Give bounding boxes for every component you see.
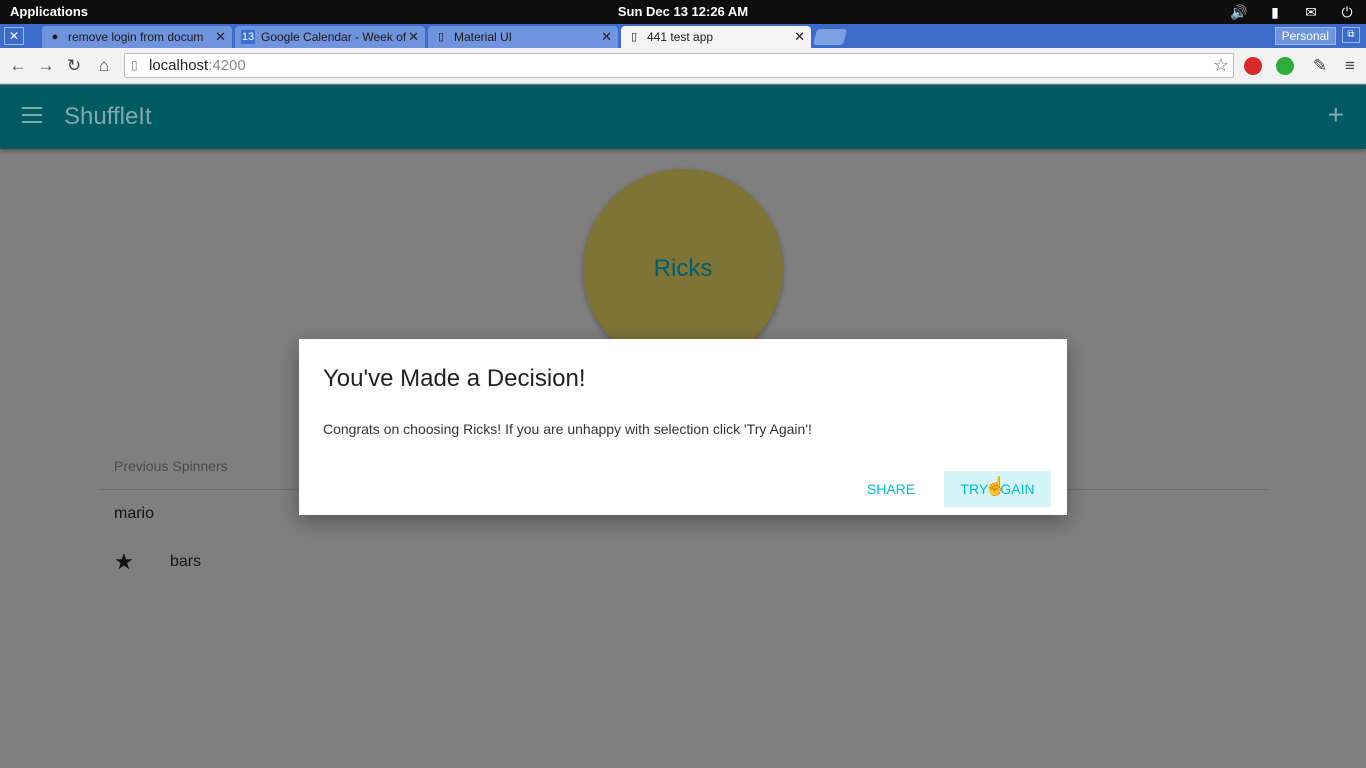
os-top-panel: Applications Sun Dec 13 12:26 AM 🔊 ▮ ✉ ⏻ bbox=[0, 0, 1366, 24]
page-icon: ▯ bbox=[437, 31, 445, 43]
browser-tab-strip: ✕ ● remove login from docum ✕ 13 Google … bbox=[0, 24, 1366, 48]
add-icon[interactable]: + bbox=[1328, 101, 1344, 129]
tab-close-icon[interactable]: ✕ bbox=[601, 26, 612, 48]
star-icon[interactable]: ★ bbox=[114, 549, 134, 575]
github-icon: ● bbox=[51, 31, 59, 43]
tab-github[interactable]: ● remove login from docum ✕ bbox=[42, 26, 232, 48]
menu-icon[interactable]: ≡ bbox=[1340, 56, 1360, 76]
page-icon: ▯ bbox=[131, 58, 138, 72]
profile-button[interactable]: Personal bbox=[1274, 27, 1336, 45]
share-button[interactable]: SHARE bbox=[859, 471, 923, 507]
clock[interactable]: Sun Dec 13 12:26 AM bbox=[0, 4, 1366, 19]
new-tab-button[interactable] bbox=[812, 29, 848, 45]
tab-title: remove login from docum bbox=[68, 30, 204, 44]
address-bar[interactable]: ▯ localhost:4200 ☆ bbox=[124, 53, 1234, 78]
list-item[interactable]: bars bbox=[170, 553, 201, 571]
adblock-icon[interactable] bbox=[1244, 57, 1262, 75]
browser-toolbar: ← → ↻ ⌂ ▯ localhost:4200 ☆ ✎ ≡ bbox=[0, 48, 1366, 84]
app-bar: ShuffleIt + bbox=[0, 85, 1366, 149]
reload-icon[interactable]: ↻ bbox=[64, 56, 84, 76]
previous-spinners-header: Previous Spinners bbox=[114, 458, 228, 474]
tab-google-calendar[interactable]: 13 Google Calendar - Week of ✕ bbox=[235, 26, 425, 48]
calendar-icon: 13 bbox=[241, 30, 255, 44]
app-title: ShuffleIt bbox=[64, 103, 152, 130]
dialog-message: Congrats on choosing Ricks! If you are u… bbox=[323, 421, 812, 437]
list-item[interactable]: mario bbox=[114, 505, 154, 523]
page-icon: ▯ bbox=[630, 31, 638, 43]
extension-leaf-icon[interactable] bbox=[1276, 57, 1294, 75]
mail-icon[interactable]: ✉ bbox=[1300, 4, 1322, 21]
power-icon[interactable]: ⏻ bbox=[1336, 4, 1358, 21]
tab-material-ui[interactable]: ▯ Material UI ✕ bbox=[428, 26, 618, 48]
volume-icon[interactable]: 🔊 bbox=[1228, 4, 1250, 21]
home-icon[interactable]: ⌂ bbox=[94, 56, 114, 76]
eyedropper-icon[interactable]: ✎ bbox=[1310, 56, 1330, 76]
forward-icon[interactable]: → bbox=[36, 56, 56, 76]
back-icon[interactable]: ← bbox=[8, 56, 28, 76]
tab-441-test-app[interactable]: ▯ 441 test app ✕ bbox=[621, 26, 811, 48]
tab-title: 441 test app bbox=[647, 30, 714, 44]
tab-title: Material UI bbox=[454, 30, 513, 44]
hamburger-menu-icon[interactable] bbox=[22, 107, 42, 127]
bookmark-star-icon[interactable]: ☆ bbox=[1213, 54, 1229, 77]
restore-window-button[interactable]: ⧉ bbox=[1342, 27, 1360, 43]
tab-close-icon[interactable]: ✕ bbox=[794, 26, 805, 48]
url-host: localhost bbox=[149, 57, 209, 74]
tab-close-icon[interactable]: ✕ bbox=[408, 26, 419, 48]
window-close-button[interactable]: ✕ bbox=[4, 27, 24, 45]
tab-title: Google Calendar - Week of bbox=[261, 30, 407, 44]
tab-close-icon[interactable]: ✕ bbox=[215, 26, 226, 48]
system-tray: 🔊 ▮ ✉ ⏻ bbox=[1228, 2, 1358, 22]
spinner-result-label: Ricks bbox=[653, 255, 713, 282]
hand-cursor-icon: ☝ bbox=[984, 476, 1007, 496]
decision-dialog: You've Made a Decision! Congrats on choo… bbox=[299, 339, 1067, 515]
url-port: :4200 bbox=[208, 57, 246, 74]
battery-icon[interactable]: ▮ bbox=[1264, 4, 1286, 21]
dialog-title: You've Made a Decision! bbox=[323, 365, 586, 392]
